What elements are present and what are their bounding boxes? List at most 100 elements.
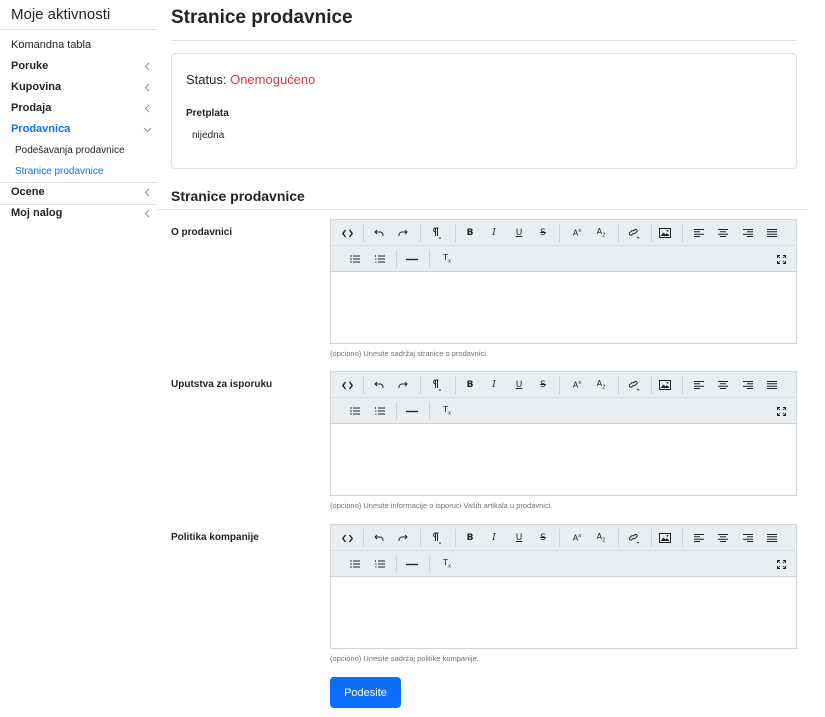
italic-icon[interactable]: I — [484, 529, 504, 547]
subscript-icon[interactable]: A2 — [591, 529, 611, 547]
horizontal-line-icon[interactable] — [402, 402, 422, 420]
image-icon[interactable] — [655, 224, 675, 242]
toolbar-separator — [420, 376, 421, 394]
toolbar-separator — [682, 376, 683, 394]
link-icon[interactable] — [624, 376, 644, 394]
italic-icon[interactable]: I — [484, 376, 504, 394]
align-center-icon[interactable] — [713, 529, 733, 547]
bold-icon[interactable]: B — [460, 376, 480, 394]
redo-icon[interactable] — [393, 224, 413, 242]
sidebar-item-dashboard[interactable]: Komandna tabla — [0, 35, 157, 56]
align-right-icon[interactable] — [738, 376, 758, 394]
toolbar-separator — [429, 555, 430, 573]
image-icon[interactable] — [655, 376, 675, 394]
strikethrough-icon[interactable]: S — [533, 224, 553, 242]
section-title: Stranice prodavnice — [171, 188, 305, 204]
italic-icon[interactable]: I — [484, 224, 504, 242]
sidebar-item-store[interactable]: Prodavnica — [0, 119, 157, 140]
align-left-icon[interactable] — [689, 376, 709, 394]
fullscreen-icon[interactable] — [771, 555, 791, 573]
sidebar-item-label: Kupovina — [11, 81, 62, 93]
fullscreen-icon[interactable] — [771, 402, 791, 420]
align-center-icon[interactable] — [713, 224, 733, 242]
toolbar-separator — [618, 224, 619, 242]
underline-icon[interactable]: U — [509, 529, 529, 547]
undo-icon[interactable] — [369, 376, 389, 394]
subscription-label: Pretplata — [186, 108, 229, 119]
subscription-value: nijedna — [192, 130, 225, 141]
toolbar-separator — [396, 555, 397, 573]
align-justify-icon[interactable] — [762, 376, 782, 394]
align-left-icon[interactable] — [689, 529, 709, 547]
image-icon[interactable] — [655, 529, 675, 547]
sidebar-divider — [0, 29, 157, 30]
toolbar-separator — [363, 376, 364, 394]
superscript-icon[interactable]: Ax — [567, 376, 587, 394]
horizontal-line-icon[interactable] — [402, 250, 422, 268]
underline-icon[interactable]: U — [509, 224, 529, 242]
paragraph-format-icon[interactable] — [426, 376, 446, 394]
undo-icon[interactable] — [369, 529, 389, 547]
sidebar-item-my-account[interactable]: Moj nalog — [0, 203, 157, 224]
toolbar-separator — [559, 529, 560, 547]
superscript-icon[interactable]: Ax — [567, 224, 587, 242]
submit-button[interactable]: Podesite — [330, 677, 401, 708]
strikethrough-icon[interactable]: S — [533, 376, 553, 394]
subscript-icon[interactable]: A2 — [591, 376, 611, 394]
toolbar-separator — [363, 224, 364, 242]
bullet-list-icon[interactable] — [345, 555, 365, 573]
bold-icon[interactable]: B — [460, 529, 480, 547]
align-center-icon[interactable] — [713, 376, 733, 394]
clear-format-icon[interactable]: Tx — [437, 402, 457, 420]
strikethrough-icon[interactable]: S — [533, 529, 553, 547]
toolbar-separator — [455, 224, 456, 242]
sidebar-item-sales[interactable]: Prodaja — [0, 98, 157, 119]
numbered-list-icon[interactable] — [370, 555, 390, 573]
toolbar-separator — [429, 402, 430, 420]
sidebar-item-messages[interactable]: Poruke — [0, 56, 157, 77]
shipping-instructions-editor[interactable]: B I U S Ax A2 Tx — [330, 371, 797, 496]
toolbar-separator — [429, 250, 430, 268]
link-icon[interactable] — [624, 529, 644, 547]
sidebar-item-label: Moj nalog — [11, 207, 63, 219]
bullet-list-icon[interactable] — [345, 402, 365, 420]
code-view-icon[interactable] — [337, 376, 357, 394]
bullet-list-icon[interactable] — [345, 250, 365, 268]
align-right-icon[interactable] — [738, 529, 758, 547]
numbered-list-icon[interactable] — [370, 402, 390, 420]
shipping-instructions-help: (opciono) Unesite informacije o isporuci… — [330, 501, 553, 510]
sidebar-item-purchases[interactable]: Kupovina — [0, 77, 157, 98]
numbered-list-icon[interactable] — [370, 250, 390, 268]
chevron-left-icon — [143, 77, 153, 98]
align-right-icon[interactable] — [738, 224, 758, 242]
align-justify-icon[interactable] — [762, 224, 782, 242]
sidebar-item-ratings[interactable]: Ocene — [0, 182, 157, 203]
fullscreen-icon[interactable] — [771, 250, 791, 268]
about-store-editor[interactable]: B I U S Ax A2 Tx — [330, 219, 797, 344]
sidebar-divider — [0, 182, 157, 183]
link-icon[interactable] — [624, 224, 644, 242]
sidebar-item-store-pages[interactable]: Stranice prodavnice — [0, 161, 157, 182]
redo-icon[interactable] — [393, 529, 413, 547]
toolbar-separator — [363, 529, 364, 547]
clear-format-icon[interactable]: Tx — [437, 555, 457, 573]
code-view-icon[interactable] — [337, 529, 357, 547]
clear-format-icon[interactable]: Tx — [437, 250, 457, 268]
horizontal-line-icon[interactable] — [402, 555, 422, 573]
undo-icon[interactable] — [369, 224, 389, 242]
align-justify-icon[interactable] — [762, 529, 782, 547]
code-view-icon[interactable] — [337, 224, 357, 242]
redo-icon[interactable] — [393, 376, 413, 394]
align-left-icon[interactable] — [689, 224, 709, 242]
subscript-icon[interactable]: A2 — [591, 224, 611, 242]
paragraph-format-icon[interactable] — [426, 529, 446, 547]
sidebar-item-label: Prodavnica — [11, 123, 71, 135]
paragraph-format-icon[interactable] — [426, 224, 446, 242]
bold-icon[interactable]: B — [460, 224, 480, 242]
title-divider — [171, 40, 797, 41]
company-policy-editor[interactable]: B I U S Ax A2 Tx — [330, 524, 797, 649]
underline-icon[interactable]: U — [509, 376, 529, 394]
superscript-icon[interactable]: Ax — [567, 529, 587, 547]
sidebar-item-label: Poruke — [11, 60, 49, 72]
sidebar-item-store-settings[interactable]: Podešavanja prodavnice — [0, 140, 157, 161]
